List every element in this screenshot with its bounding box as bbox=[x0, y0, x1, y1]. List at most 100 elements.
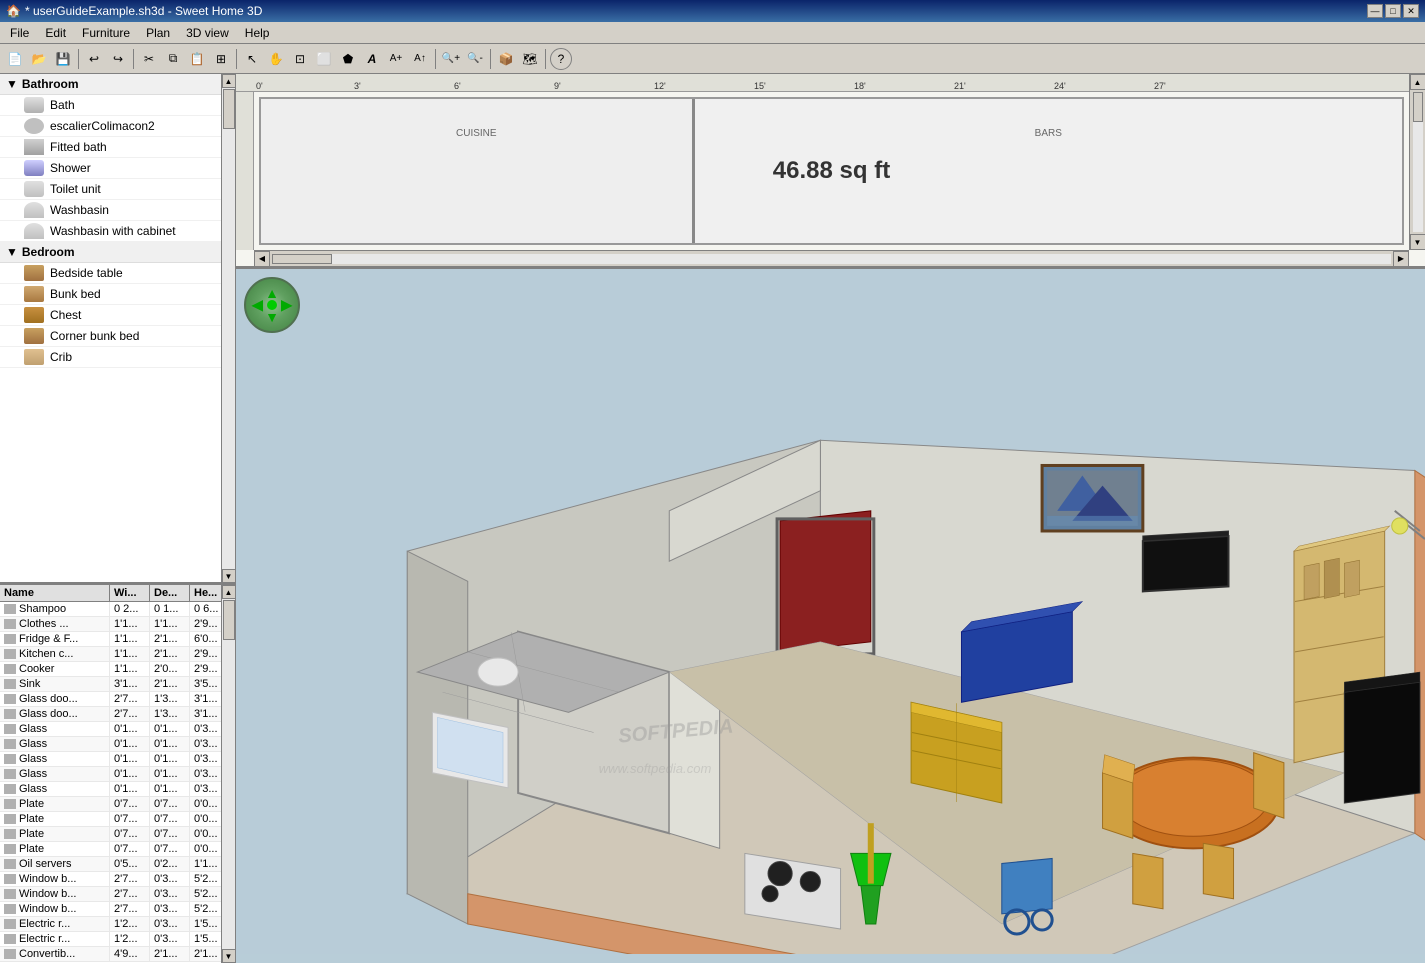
list-row[interactable]: Glass 0'1... 0'1... 0'3... bbox=[0, 722, 221, 737]
plan-hscroll-right[interactable]: ▶ bbox=[1393, 251, 1409, 267]
list-row[interactable]: Glass 0'1... 0'1... 0'3... bbox=[0, 767, 221, 782]
floor-plan[interactable]: 0' 3' 6' 9' 12' 15' 18' 21' 24' 27' bbox=[236, 74, 1425, 269]
tree-item-crib[interactable]: Crib bbox=[0, 347, 221, 368]
new-button[interactable]: 📄 bbox=[4, 48, 26, 70]
tree-item-washbasin[interactable]: Washbasin bbox=[0, 200, 221, 221]
list-scroll-thumb[interactable] bbox=[223, 600, 235, 640]
menu-furniture[interactable]: Furniture bbox=[74, 24, 138, 42]
minimize-button[interactable]: — bbox=[1367, 4, 1383, 18]
list-row[interactable]: Plate 0'7... 0'7... 0'0... bbox=[0, 842, 221, 857]
cut-button[interactable]: ✂ bbox=[138, 48, 160, 70]
tree-scroll-down[interactable]: ▼ bbox=[222, 569, 236, 583]
list-row[interactable]: Glass 0'1... 0'1... 0'3... bbox=[0, 782, 221, 797]
col-depth[interactable]: De... bbox=[150, 585, 190, 601]
tree-item-chest[interactable]: Chest bbox=[0, 305, 221, 326]
list-row[interactable]: Sink 3'1... 2'1... 3'5... bbox=[0, 677, 221, 692]
plan-vscroll-up[interactable]: ▲ bbox=[1410, 74, 1425, 90]
plan-hscroll-left[interactable]: ◀ bbox=[254, 251, 270, 267]
help-button[interactable]: ? bbox=[550, 48, 572, 70]
list-row[interactable]: Clothes ... 1'1... 1'1... 2'9... bbox=[0, 617, 221, 632]
3d-view[interactable]: ▲ ◀ ▶ ▼ bbox=[236, 269, 1425, 963]
list-row[interactable]: Window b... 2'7... 0'3... 5'2... bbox=[0, 872, 221, 887]
tree-item-corner-bunk[interactable]: Corner bunk bed bbox=[0, 326, 221, 347]
furniture-tree: ▼ Bathroom Bath escalierColimacon2 Fitte… bbox=[0, 74, 221, 583]
close-button[interactable]: ✕ bbox=[1403, 4, 1419, 18]
create-text-tool[interactable]: A bbox=[361, 48, 383, 70]
maximize-button[interactable]: □ bbox=[1385, 4, 1401, 18]
tree-item-escalier[interactable]: escalierColimacon2 bbox=[0, 116, 221, 137]
tree-item-toilet[interactable]: Toilet unit bbox=[0, 179, 221, 200]
tree-scroll-thumb[interactable] bbox=[223, 89, 235, 129]
navigation-compass[interactable]: ▲ ◀ ▶ ▼ bbox=[244, 277, 300, 333]
pan-tool[interactable]: ✋ bbox=[265, 48, 287, 70]
list-row[interactable]: Window b... 2'7... 0'3... 5'2... bbox=[0, 902, 221, 917]
category-bathroom[interactable]: ▼ Bathroom bbox=[0, 74, 221, 95]
create-rooms-tool[interactable]: ⬜ bbox=[313, 48, 335, 70]
zoom-in-button[interactable]: 🔍+ bbox=[440, 48, 462, 70]
copy-button[interactable]: ⧉ bbox=[162, 48, 184, 70]
tree-item-fitted-bath[interactable]: Fitted bath bbox=[0, 137, 221, 158]
menu-3dview[interactable]: 3D view bbox=[178, 24, 237, 42]
plan-vscroll-down[interactable]: ▼ bbox=[1410, 234, 1425, 250]
tree-item-bath[interactable]: Bath bbox=[0, 95, 221, 116]
tree-item-bunk-bed[interactable]: Bunk bed bbox=[0, 284, 221, 305]
plan-vscroll[interactable]: ▲ ▼ bbox=[1409, 74, 1425, 250]
list-cell-name: Plate bbox=[0, 827, 110, 841]
plan-hscroll-thumb[interactable] bbox=[272, 254, 332, 264]
list-scroll-up[interactable]: ▲ bbox=[222, 585, 236, 599]
list-row[interactable]: Glass doo... 2'7... 1'3... 3'1... bbox=[0, 707, 221, 722]
list-row[interactable]: Window b... 2'7... 0'3... 5'2... bbox=[0, 887, 221, 902]
list-row[interactable]: Electric r... 1'2... 0'3... 1'5... bbox=[0, 932, 221, 947]
list-row[interactable]: Shampoo 0 2... 0 1... 0 6... bbox=[0, 602, 221, 617]
list-cell-width: 0'1... bbox=[110, 782, 150, 796]
title-controls[interactable]: — □ ✕ bbox=[1367, 4, 1419, 18]
create-walls-tool[interactable]: ⊡ bbox=[289, 48, 311, 70]
list-row[interactable]: Glass 0'1... 0'1... 0'3... bbox=[0, 752, 221, 767]
tree-vscroll[interactable]: ▲ ▼ bbox=[221, 74, 235, 583]
list-row[interactable]: Kitchen c... 1'1... 2'1... 2'9... bbox=[0, 647, 221, 662]
list-cell-depth: 0'1... bbox=[150, 752, 190, 766]
list-row[interactable]: Fridge & F... 1'1... 2'1... 6'0... bbox=[0, 632, 221, 647]
category-bedroom[interactable]: ▼ Bedroom bbox=[0, 242, 221, 263]
col-name[interactable]: Name bbox=[0, 585, 110, 601]
plan-hscroll[interactable]: ◀ ▶ bbox=[254, 250, 1409, 266]
list-row[interactable]: Convertib... 4'9... 2'1... 2'1... bbox=[0, 947, 221, 962]
list-row[interactable]: Cooker 1'1... 2'0... 2'9... bbox=[0, 662, 221, 677]
tree-item-shower[interactable]: Shower bbox=[0, 158, 221, 179]
menu-file[interactable]: File bbox=[2, 24, 37, 42]
undo-button[interactable]: ↩ bbox=[83, 48, 105, 70]
col-height[interactable]: He... bbox=[190, 585, 221, 601]
col-width[interactable]: Wi... bbox=[110, 585, 150, 601]
zoom-out-button[interactable]: 🔍- bbox=[464, 48, 486, 70]
list-row[interactable]: Glass doo... 2'7... 1'3... 3'1... bbox=[0, 692, 221, 707]
tree-item-washbasin-cabinet[interactable]: Washbasin with cabinet bbox=[0, 221, 221, 242]
import-furniture-button[interactable]: 📦 bbox=[495, 48, 517, 70]
select-tool[interactable]: ↖ bbox=[241, 48, 263, 70]
list-cell-width: 0'5... bbox=[110, 857, 150, 871]
plan-vscroll-thumb[interactable] bbox=[1413, 92, 1423, 122]
tree-scroll-up[interactable]: ▲ bbox=[222, 74, 236, 88]
list-row[interactable]: Electric r... 1'2... 0'3... 1'5... bbox=[0, 917, 221, 932]
list-scroll-down[interactable]: ▼ bbox=[222, 949, 236, 963]
redo-button[interactable]: ↪ bbox=[107, 48, 129, 70]
list-row[interactable]: Plate 0'7... 0'7... 0'0... bbox=[0, 812, 221, 827]
tree-item-bedside[interactable]: Bedside table bbox=[0, 263, 221, 284]
create-poly-tool[interactable]: ⬟ bbox=[337, 48, 359, 70]
list-vscroll[interactable]: ▲ ▼ bbox=[221, 585, 235, 963]
open-button[interactable]: 📂 bbox=[28, 48, 50, 70]
list-row[interactable]: Plate 0'7... 0'7... 0'0... bbox=[0, 797, 221, 812]
list-row[interactable]: Glass 0'1... 0'1... 0'3... bbox=[0, 737, 221, 752]
menu-edit[interactable]: Edit bbox=[37, 24, 74, 42]
add-text-tool[interactable]: A+ bbox=[385, 48, 407, 70]
list-row[interactable]: Oil servers 0'5... 0'2... 1'1... bbox=[0, 857, 221, 872]
export-button[interactable]: 🗺 bbox=[519, 48, 541, 70]
snap-button[interactable]: ⊞ bbox=[210, 48, 232, 70]
menu-plan[interactable]: Plan bbox=[138, 24, 178, 42]
menu-help[interactable]: Help bbox=[237, 24, 278, 42]
add-text-tool2[interactable]: A↑ bbox=[409, 48, 431, 70]
save-button[interactable]: 💾 bbox=[52, 48, 74, 70]
paste-button[interactable]: 📋 bbox=[186, 48, 208, 70]
shower-item-label: Shower bbox=[50, 161, 91, 175]
list-row[interactable]: Plate 0'7... 0'7... 0'0... bbox=[0, 827, 221, 842]
plan-canvas[interactable]: CUISINE BARS 46.88 sq ft bbox=[254, 92, 1409, 250]
